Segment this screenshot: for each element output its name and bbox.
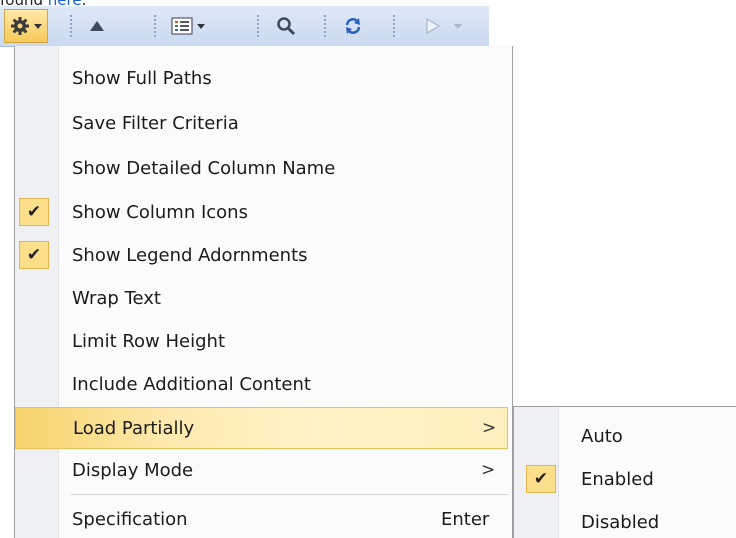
- checkmark-icon: ✔: [526, 465, 556, 493]
- refresh-button[interactable]: [336, 6, 370, 46]
- chevron-right-icon: >: [482, 418, 497, 438]
- menu-item-load-partially[interactable]: Load Partially >: [15, 407, 508, 449]
- app-screen: found here. Show Full Paths Save Filter …: [0, 0, 736, 538]
- submenu-item-label: Disabled: [581, 511, 660, 533]
- menu-item-label: Show Detailed Column Name: [72, 157, 336, 179]
- submenu-item-auto[interactable]: Auto: [514, 415, 736, 457]
- search-button[interactable]: [269, 6, 303, 46]
- play-icon: [426, 17, 441, 35]
- menu-item-show-detailed-column-name[interactable]: Show Detailed Column Name: [15, 147, 512, 189]
- menu-item-specification[interactable]: Specification Enter: [15, 498, 512, 538]
- submenu-item-label: Auto: [581, 425, 623, 447]
- run-menu-button[interactable]: [405, 6, 479, 46]
- menu-item-label: Load Partially: [73, 417, 195, 439]
- menu-separator: [71, 494, 508, 495]
- menu-item-show-legend-adornments[interactable]: ✔ Show Legend Adornments: [15, 234, 512, 276]
- toolbar-separator: [324, 15, 326, 37]
- refresh-icon: [345, 18, 361, 34]
- chevron-down-icon: [34, 23, 42, 29]
- menu-item-label: Wrap Text: [72, 287, 161, 309]
- menu-item-save-filter-criteria[interactable]: Save Filter Criteria: [15, 102, 512, 144]
- gear-icon: [11, 17, 29, 35]
- submenu-item-enabled[interactable]: ✔ Enabled: [514, 458, 736, 500]
- menu-item-label: Display Mode: [72, 459, 194, 481]
- menu-item-label: Save Filter Criteria: [72, 112, 239, 134]
- menu-item-wrap-text[interactable]: Wrap Text: [15, 277, 512, 319]
- toolbar-separator: [257, 15, 259, 37]
- menu-item-show-full-paths[interactable]: Show Full Paths: [15, 57, 512, 99]
- menu-item-label: Show Legend Adornments: [72, 244, 308, 266]
- list-view-icon: [171, 17, 193, 35]
- chevron-down-icon: [197, 23, 205, 29]
- chevron-right-icon: >: [481, 460, 496, 480]
- toolbar-separator: [393, 15, 395, 37]
- gear-menu-button[interactable]: [4, 9, 48, 43]
- toolbar: [0, 6, 489, 47]
- menu-item-label: Show Column Icons: [72, 201, 248, 223]
- collapse-button[interactable]: [80, 6, 114, 46]
- toolbar-separator: [154, 15, 156, 37]
- chevron-down-icon: [454, 23, 462, 29]
- menu-item-include-additional-content[interactable]: Include Additional Content: [15, 363, 512, 405]
- view-menu-button[interactable]: [166, 6, 210, 46]
- submenu-item-label: Enabled: [581, 468, 654, 490]
- menu-item-label: Specification: [72, 508, 188, 530]
- menu-item-shortcut: Enter: [441, 508, 490, 530]
- checkmark-icon: ✔: [19, 241, 49, 269]
- menu-item-limit-row-height[interactable]: Limit Row Height: [15, 320, 512, 362]
- checkmark-icon: ✔: [19, 198, 49, 226]
- menu-item-display-mode[interactable]: Display Mode >: [15, 449, 512, 491]
- menu-item-label: Include Additional Content: [72, 373, 311, 395]
- search-icon: [277, 17, 296, 36]
- triangle-up-icon: [90, 21, 104, 31]
- toolbar-separator: [70, 15, 72, 37]
- menu-item-label: Limit Row Height: [72, 330, 225, 352]
- menu-item-show-column-icons[interactable]: ✔ Show Column Icons: [15, 191, 512, 233]
- menu-item-label: Show Full Paths: [72, 67, 212, 89]
- load-partially-submenu: Auto ✔ Enabled Disabled: [513, 406, 736, 538]
- context-menu: Show Full Paths Save Filter Criteria Sho…: [14, 46, 513, 538]
- submenu-item-disabled[interactable]: Disabled: [514, 501, 736, 538]
